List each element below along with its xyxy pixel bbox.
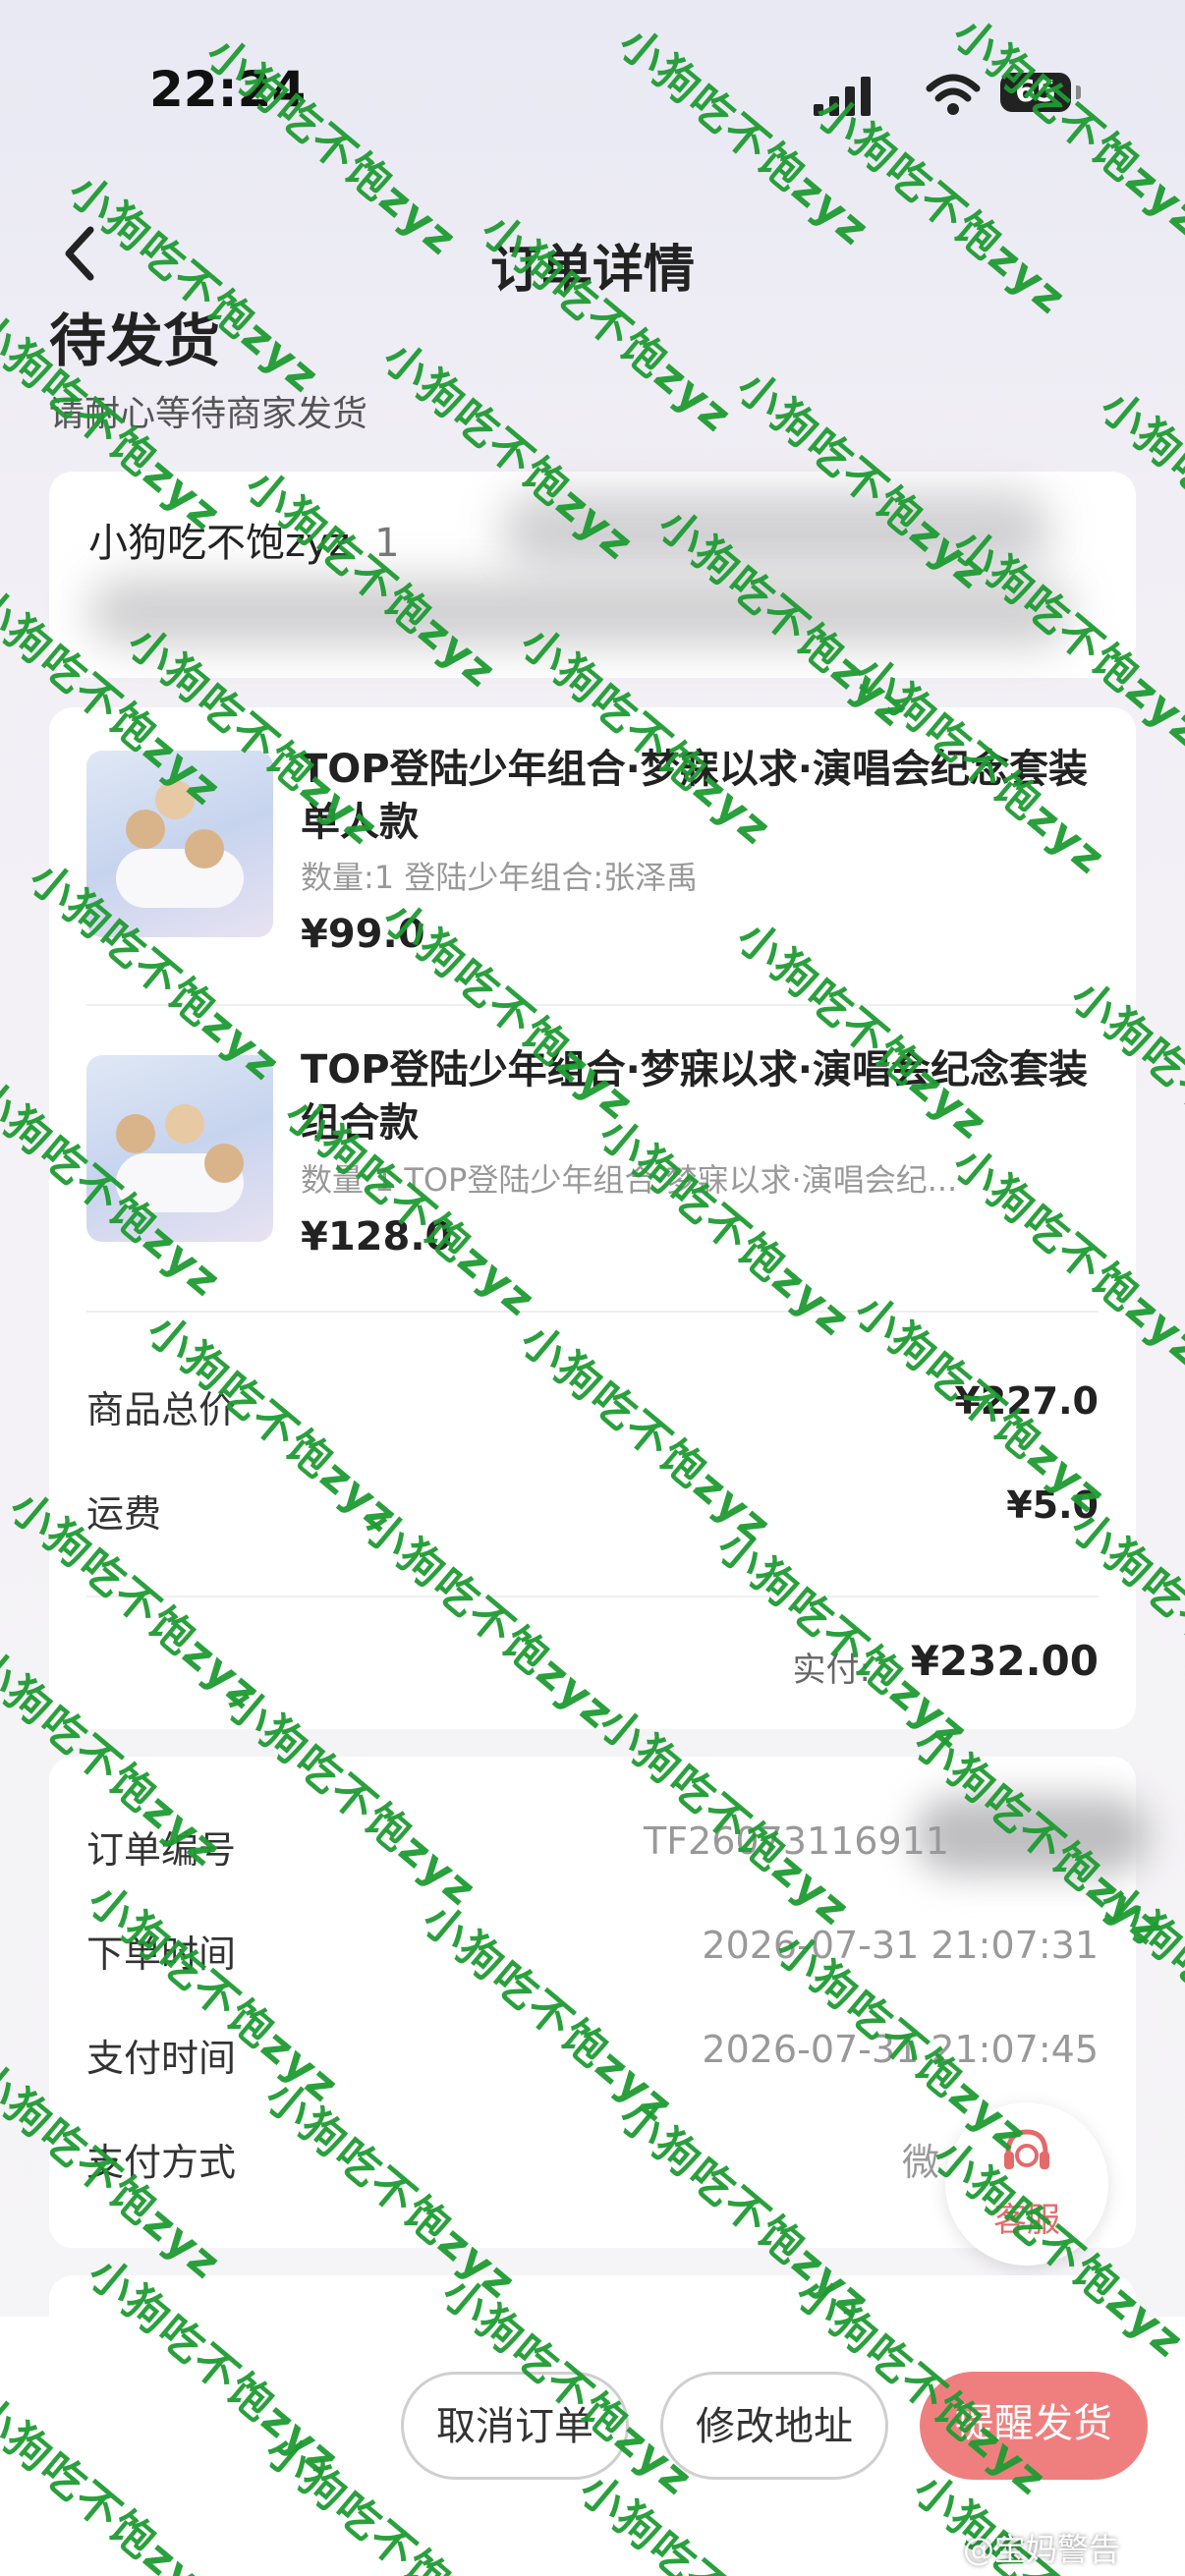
subtotal-label: 商品总价 [86, 1388, 237, 1431]
subtotal-value: ¥227.0 [954, 1379, 1099, 1423]
customer-service-label: 客服 [993, 2201, 1060, 2240]
order-time-label: 下单时间 [86, 1932, 237, 1976]
wifi-icon [926, 74, 981, 115]
divider [86, 1004, 1099, 1006]
cancel-order-button[interactable]: 取消订单 [401, 2372, 629, 2480]
pay-time-label: 支付时间 [86, 2037, 237, 2080]
recipient-name: 小狗吃不饱zyz 1 [88, 521, 400, 566]
divider [86, 1596, 1099, 1597]
address-card[interactable]: 小狗吃不饱zyz 1 [49, 472, 1136, 678]
product-spec: 数量:1 TOP登陆少年组合·梦寐以求·演唱会纪... [301, 1161, 958, 1199]
watermark-text: 小狗吃不饱zyz [609, 18, 879, 256]
shipping-value: ¥5.0 [1006, 1484, 1099, 1527]
paid-label: 实付: [792, 1651, 871, 1690]
remind-shipping-button[interactable]: 提醒发货 [920, 2372, 1148, 2480]
modify-address-button[interactable]: 修改地址 [660, 2372, 888, 2480]
product-spec: 数量:1 登陆少年组合:张泽禹 [301, 859, 699, 896]
product-title[interactable]: TOP登陆少年组合·梦寐以求·演唱会纪念套装单人款 [301, 743, 1106, 849]
shipping-label: 运费 [86, 1492, 162, 1536]
order-number-label: 订单编号 [86, 1828, 237, 1872]
order-status-title: 待发货 [49, 308, 221, 374]
product-title[interactable]: TOP登陆少年组合·梦寐以求·演唱会纪念套装组合款 [301, 1043, 1106, 1149]
redacted-blur [501, 491, 1051, 570]
product-image[interactable] [86, 751, 273, 937]
order-time-value: 2026-07-31 21:07:31 [702, 1924, 1099, 1967]
pay-time-value: 2026-07-31 21:07:45 [702, 2028, 1099, 2071]
order-status-subtitle: 请耐心等待商家发货 [49, 394, 368, 434]
order-number-value[interactable]: TF26073116911 [644, 1820, 949, 1863]
divider [86, 1311, 1099, 1313]
status-time: 22:24 [149, 61, 307, 118]
page-title: 订单详情 [489, 241, 695, 300]
watermark-text: 小狗吃不饱zyz [943, 8, 1185, 247]
product-price: ¥99.0 [301, 912, 425, 957]
pay-method-label: 支付方式 [86, 2141, 237, 2184]
source-credit: @宝妈警告 [963, 2531, 1121, 2568]
goods-card: TOP登陆少年组合·梦寐以求·演唱会纪念套装单人款 数量:1 登陆少年组合:张泽… [49, 707, 1136, 1729]
product-image[interactable] [86, 1055, 273, 1242]
battery-indicator: 65 [1000, 73, 1081, 112]
pay-method-value: 微 [901, 2141, 939, 2184]
redacted-blur [88, 578, 1071, 646]
paid-value: ¥232.00 [910, 1637, 1099, 1685]
customer-service-button[interactable]: 客服 [945, 2102, 1108, 2266]
product-price: ¥128.0 [301, 1214, 453, 1260]
headset-icon [1004, 2129, 1049, 2169]
redacted-blur [914, 1796, 1150, 1875]
cellular-signal-icon [814, 77, 871, 116]
